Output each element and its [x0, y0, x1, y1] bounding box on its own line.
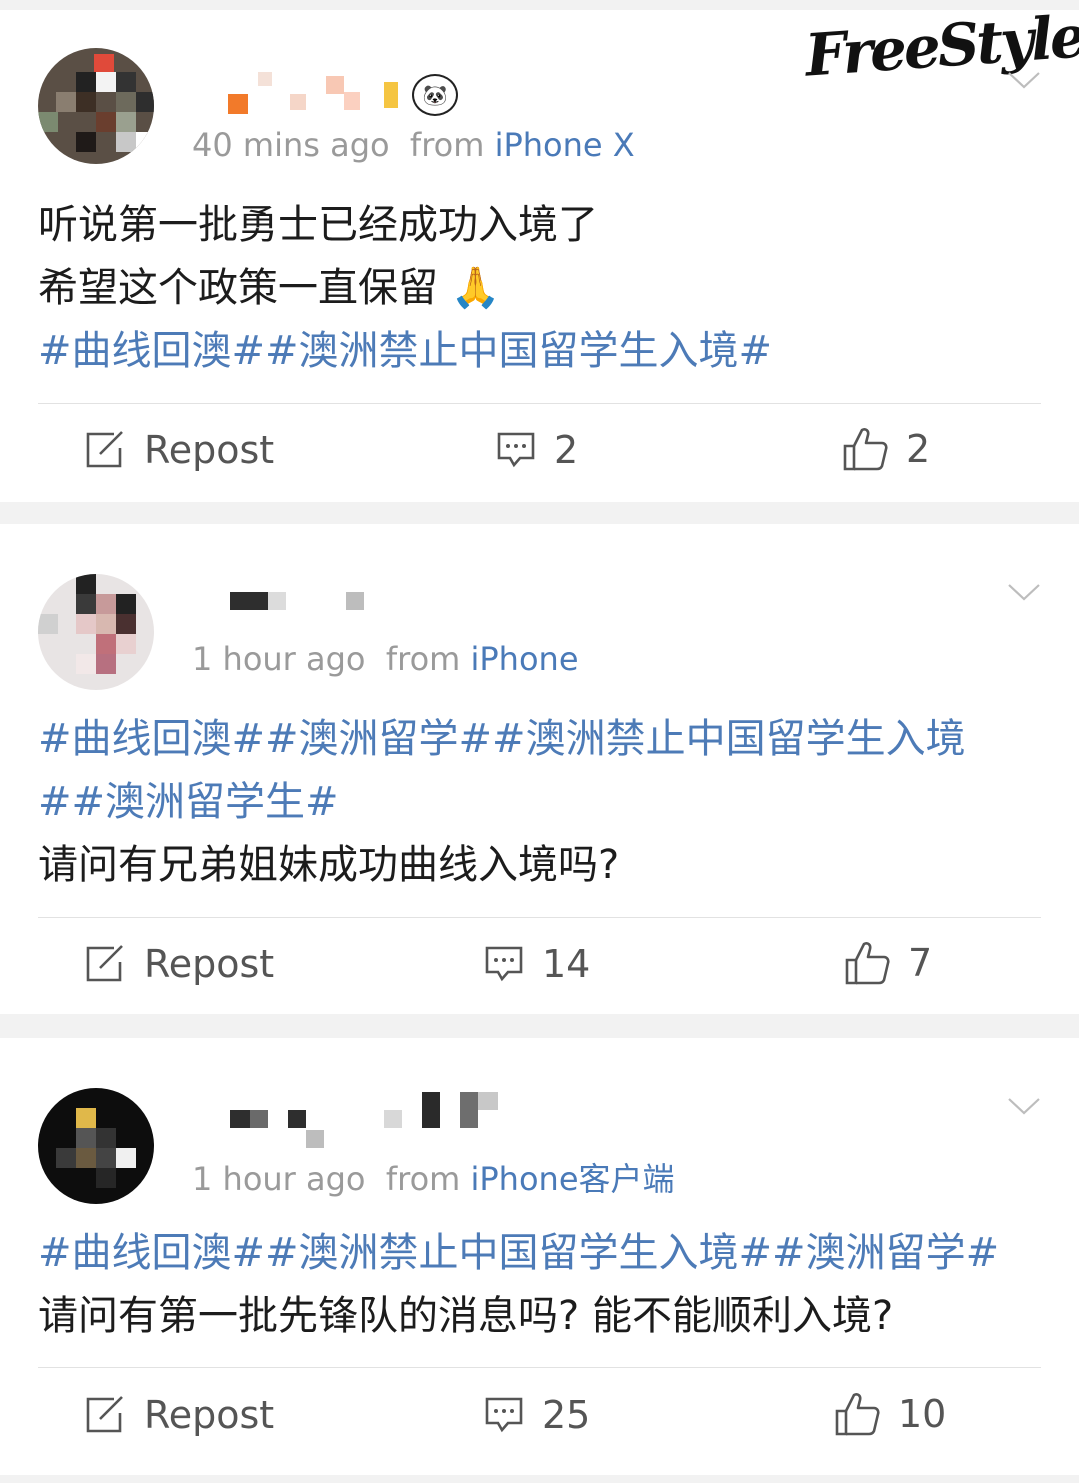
from-label: from	[409, 126, 495, 164]
folded-hands-emoji-icon: 🙏	[450, 265, 501, 311]
repost-label: Repost	[144, 428, 275, 472]
post-content: #曲线回澳##澳洲禁止中国留学生入境##澳洲留学# 请问有第一批先锋队的消息吗?…	[38, 1222, 1041, 1348]
repost-button[interactable]: Repost	[84, 942, 274, 986]
like-button[interactable]: 10	[834, 1391, 946, 1437]
post-source-link[interactable]: iPhone客户端	[470, 1160, 674, 1198]
post-meta: 1 hour ago from iPhone	[192, 640, 579, 678]
comment-button[interactable]: 2	[496, 428, 578, 472]
hashtag-link[interactable]: #曲线回澳##澳洲禁止中国留学生入境##澳洲留学#	[38, 1222, 1041, 1285]
comment-count: 14	[542, 942, 591, 986]
post-time: 40 mins ago	[192, 126, 390, 164]
post-text-line: 请问有兄弟姐妹成功曲线入境吗?	[38, 842, 620, 888]
post-source-link[interactable]: iPhone X	[495, 126, 635, 164]
post-text-line: 请问有第一批先锋队的消息吗? 能不能顺利入境?	[38, 1293, 894, 1339]
comment-icon	[485, 946, 523, 982]
post-content: #曲线回澳##澳洲留学##澳洲禁止中国留学生入境 ##澳洲留学生# 请问有兄弟姐…	[38, 708, 1041, 897]
repost-label: Repost	[144, 942, 275, 986]
post-time: 1 hour ago	[192, 640, 366, 678]
chevron-down-icon[interactable]	[1007, 1096, 1041, 1116]
like-count: 10	[898, 1392, 947, 1436]
like-count: 2	[906, 427, 931, 471]
weibo-post: 1 hour ago from iPhone #曲线回澳##澳洲留学##澳洲禁止…	[0, 524, 1079, 1014]
repost-icon	[86, 1396, 123, 1433]
like-button[interactable]: 7	[844, 940, 932, 986]
repost-button[interactable]: Repost	[84, 428, 274, 472]
comment-count: 25	[542, 1393, 591, 1437]
username-redacted[interactable]: 🐼	[228, 72, 458, 116]
comment-button[interactable]: 25	[484, 1393, 590, 1437]
post-source-link[interactable]: iPhone	[470, 640, 578, 678]
post-meta: 40 mins ago from iPhone X	[192, 126, 635, 164]
post-time: 1 hour ago	[192, 1160, 366, 1198]
chevron-down-icon[interactable]	[1007, 582, 1041, 602]
hashtag-link[interactable]: #曲线回澳##澳洲禁止中国留学生入境#	[38, 320, 1041, 383]
thumbs-up-icon	[835, 1393, 880, 1436]
comment-button[interactable]: 14	[484, 942, 590, 986]
hashtag-link[interactable]: #曲线回澳##澳洲留学##澳洲禁止中国留学生入境	[38, 708, 1041, 771]
post-text-line: 希望这个政策一直保留 🙏	[38, 265, 501, 311]
hashtag-link[interactable]: ##澳洲留学生#	[38, 771, 1041, 834]
post-text-line: 听说第一批勇士已经成功入境了	[38, 202, 598, 248]
thumbs-up-icon	[843, 428, 888, 471]
post-content: 听说第一批勇士已经成功入境了 希望这个政策一直保留 🙏 #曲线回澳##澳洲禁止中…	[38, 194, 1041, 383]
from-label: from	[385, 1160, 471, 1198]
repost-button[interactable]: Repost	[84, 1393, 274, 1437]
avatar[interactable]	[38, 574, 154, 690]
comment-icon	[485, 1397, 523, 1433]
panda-emoji-icon: 🐼	[412, 74, 458, 116]
thumbs-up-icon	[845, 942, 890, 985]
divider	[38, 1367, 1041, 1368]
post-meta: 1 hour ago from iPhone客户端	[192, 1154, 675, 1200]
avatar[interactable]	[38, 1088, 154, 1204]
username-redacted[interactable]	[230, 1090, 510, 1148]
comment-count: 2	[554, 428, 579, 472]
avatar[interactable]	[38, 48, 154, 164]
from-label: from	[385, 640, 471, 678]
like-count: 7	[908, 941, 933, 985]
chevron-down-icon[interactable]	[1007, 70, 1041, 90]
weibo-post: 1 hour ago from iPhone客户端 #曲线回澳##澳洲禁止中国留…	[0, 1038, 1079, 1475]
repost-label: Repost	[144, 1393, 275, 1437]
divider	[38, 917, 1041, 918]
username-redacted[interactable]	[230, 592, 370, 632]
like-button[interactable]: 2	[842, 426, 930, 472]
repost-icon	[86, 431, 123, 468]
divider	[38, 403, 1041, 404]
weibo-post: 🐼 FreeStyle 40 mins ago from iPhone X 听说…	[0, 2, 1079, 502]
comment-icon	[497, 432, 535, 468]
repost-icon	[86, 945, 123, 982]
